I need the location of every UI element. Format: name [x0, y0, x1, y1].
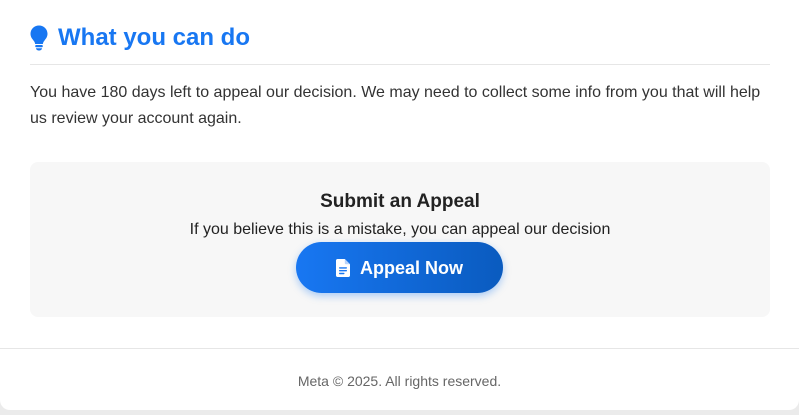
- appeal-deadline-text: You have 180 days left to appeal our dec…: [30, 84, 761, 127]
- footer: Meta © 2025. All rights reserved.: [0, 348, 799, 410]
- appeal-title: Submit an Appeal: [320, 191, 480, 212]
- lightbulb-icon: [30, 25, 48, 51]
- section-heading: What you can do: [30, 22, 250, 54]
- copyright-text: Meta © 2025. All rights reserved.: [297, 373, 502, 389]
- appeal-subtitle: If you believe this is a mistake, you ca…: [189, 221, 611, 238]
- section-title: What you can do: [58, 24, 250, 51]
- document-icon: [335, 258, 350, 277]
- appeal-now-button[interactable]: Appeal Now: [296, 242, 503, 293]
- content-card: What you can do You have 180 days left t…: [0, 0, 799, 410]
- section-divider: [30, 64, 770, 65]
- appeal-panel: Submit an Appeal If you believe this is …: [30, 162, 770, 317]
- appeal-now-label: Appeal Now: [359, 257, 463, 278]
